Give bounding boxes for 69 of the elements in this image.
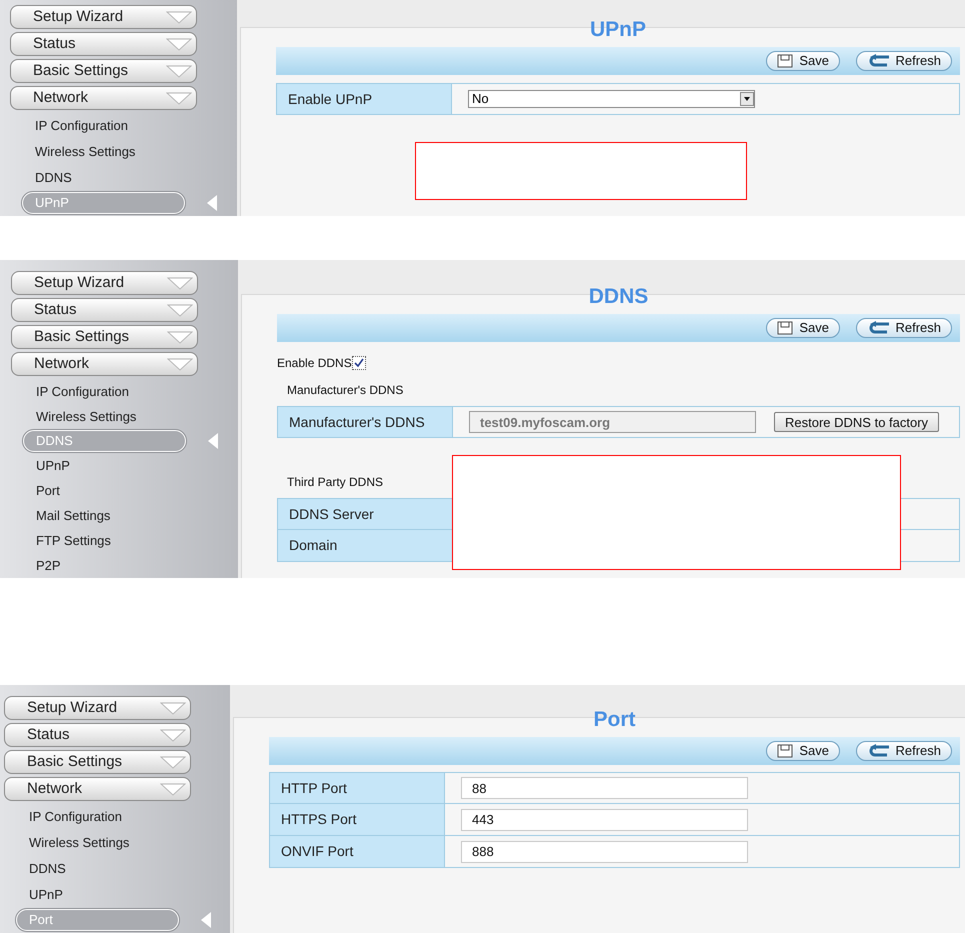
menu-group-button[interactable]: Network (11, 352, 198, 376)
menu-group-button[interactable]: Status (10, 32, 197, 56)
menu-item[interactable]: Wireless Settings (16, 832, 179, 854)
menu-item[interactable]: Wireless Settings (23, 405, 186, 428)
save-button[interactable]: Save (766, 318, 840, 338)
caret-icon (167, 276, 193, 290)
pointer-icon (201, 912, 211, 928)
caret-icon (166, 37, 192, 51)
caret-icon (166, 91, 192, 105)
field-label: Domain (278, 530, 453, 561)
menu-item[interactable]: Mail Settings (23, 504, 186, 527)
caret-icon (166, 10, 192, 24)
checkbox-label: Enable DDNS (277, 355, 352, 372)
field-label: HTTPS Port (270, 804, 445, 835)
page-title: UPnP (590, 19, 646, 41)
caret-icon (160, 782, 186, 796)
save-button[interactable]: Save (766, 51, 840, 71)
menu-item[interactable]: IP Configuration (16, 806, 179, 828)
menu-group-button[interactable]: Network (4, 777, 191, 801)
menu-group-button[interactable]: Status (4, 723, 191, 747)
menu-item[interactable]: UPnP (16, 883, 179, 906)
refresh-button[interactable]: Refresh (856, 51, 952, 71)
pointer-icon (207, 195, 217, 212)
menu-item[interactable]: DDNS (16, 857, 179, 880)
section-heading: Third Party DDNS (287, 474, 384, 490)
caret-icon (167, 357, 193, 371)
save-button[interactable]: Save (766, 741, 840, 761)
caret-icon (167, 330, 193, 344)
select-field[interactable]: No (468, 90, 755, 108)
page-title: DDNS (588, 286, 648, 308)
field-label: HTTP Port (270, 773, 445, 803)
field-label: ONVIF Port (270, 836, 445, 867)
menu-item[interactable]: Port (23, 480, 186, 502)
menu-group-button[interactable]: Setup Wizard (10, 5, 197, 29)
menu-group-button[interactable]: Setup Wizard (4, 696, 191, 720)
checkmark-icon (354, 358, 364, 368)
text-field[interactable]: 88 (461, 777, 748, 799)
caret-icon (160, 701, 186, 715)
text-field[interactable]: 888 (461, 840, 748, 862)
menu-item[interactable]: Wireless Settings (22, 140, 185, 163)
menu-group-button[interactable]: Basic Settings (4, 750, 191, 774)
page-title: Port (594, 709, 636, 731)
menu-item[interactable]: UPnP (23, 455, 186, 478)
refresh-button[interactable]: Refresh (856, 318, 952, 338)
field-label: Enable UPnP (277, 84, 452, 114)
caret-icon (167, 303, 193, 317)
caret-icon (160, 728, 186, 742)
menu-group-button[interactable]: Basic Settings (10, 59, 197, 83)
menu-item[interactable]: DDNS (22, 166, 185, 188)
field-label: Manufacturer's DDNS (278, 407, 453, 437)
field-label: DDNS Server (278, 499, 453, 529)
menu-item[interactable]: FTP Settings (23, 530, 186, 552)
menu-item[interactable]: IP Configuration (22, 114, 185, 137)
menu-group-button[interactable]: Basic Settings (11, 325, 198, 349)
pointer-icon (208, 433, 218, 450)
menu-group-button[interactable]: Status (11, 298, 198, 322)
checkbox[interactable] (352, 356, 366, 370)
menu-item[interactable]: P2P (23, 554, 186, 577)
menu-group-button[interactable]: Setup Wizard (11, 271, 198, 295)
menu-item[interactable]: IP Configuration (23, 380, 186, 402)
refresh-button[interactable]: Refresh (856, 741, 952, 761)
return-arrow-icon (867, 321, 891, 335)
caret-icon (166, 64, 192, 78)
section-heading: Manufacturer's DDNS (287, 382, 404, 398)
text-field[interactable]: 443 (461, 808, 748, 830)
caret-icon (160, 755, 186, 769)
menu-group-button[interactable]: Network (10, 86, 197, 110)
return-arrow-icon (867, 54, 891, 68)
return-arrow-icon (867, 744, 891, 758)
